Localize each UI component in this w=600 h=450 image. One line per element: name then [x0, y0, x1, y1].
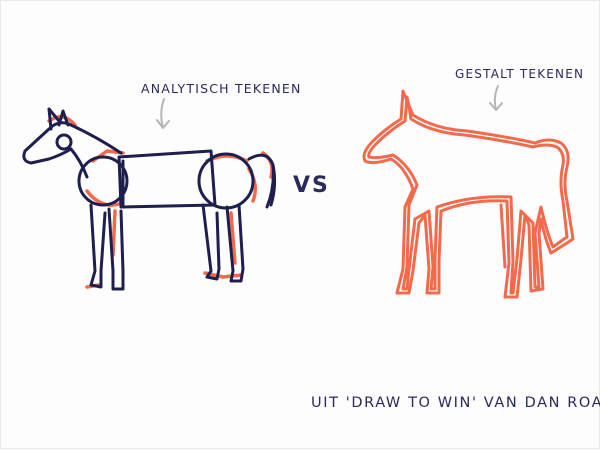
gestalt-horse [362, 89, 575, 299]
canvas-frame: ANALYTISCH TEKENEN GESTALT TEKENEN VS UI… [0, 0, 600, 449]
arrow-icon-gestalt [489, 85, 503, 111]
analytic-horse-accent [47, 115, 274, 289]
analytic-drawing-label: ANALYTISCH TEKENEN [141, 81, 302, 96]
analytic-horse [22, 107, 277, 291]
arrow-icon-analytic [156, 98, 170, 129]
versus-label: VS [293, 173, 330, 198]
source-credit: UIT 'DRAW TO WIN' VAN DAN ROAM [311, 395, 600, 411]
gestalt-drawing-label: GESTALT TEKENEN [455, 67, 585, 81]
